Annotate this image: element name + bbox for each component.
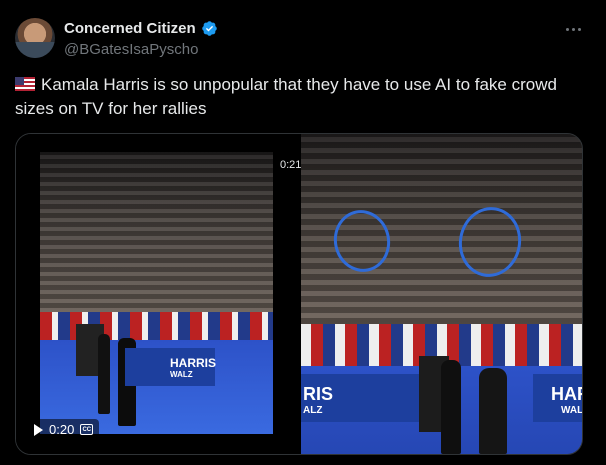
banner-title: RIS [303,384,334,404]
verified-badge-icon [201,21,217,36]
tweet-text: Kamala Harris is so unpopular that they … [15,73,585,121]
elapsed-time: 0:20 [49,422,75,437]
speaker-figure [98,334,110,414]
tweet-body: Kamala Harris is so unpopular that they … [15,75,557,118]
rally-banner-right: HAR WAL [533,374,582,422]
speaker-figure [441,360,461,454]
banner-title: HAR [551,384,582,404]
author-name-row[interactable]: Concerned Citizen [64,20,218,37]
rally-banner: HARRIS WALZ [125,348,217,386]
us-flag-icon [15,77,35,91]
more-options-icon[interactable] [564,22,582,36]
video-timestamp: 0:21 [280,159,302,171]
banner-subtitle: WALZ [170,369,193,379]
avatar[interactable] [15,18,55,58]
captions-icon[interactable]: CC [80,424,94,435]
media-card[interactable]: HARRIS WALZ 0:21 0:20 CC RIS ALZ HAR WAL [15,133,583,455]
banner-subtitle: ALZ [303,405,323,416]
banner-title: HARRIS [170,355,217,370]
author-handle[interactable]: @BGatesIsaPyscho [64,41,198,58]
comparison-image[interactable]: RIS ALZ HAR WAL [301,134,582,454]
author-display-name[interactable]: Concerned Citizen [64,20,196,37]
speaker-figure [479,368,507,454]
banner-subtitle: WAL [561,405,582,416]
playback-controls[interactable]: 0:20 CC [28,419,100,440]
video-player[interactable]: HARRIS WALZ 0:21 0:20 CC [16,134,302,454]
play-icon[interactable] [34,423,43,436]
rally-banner-left: RIS ALZ [301,374,421,422]
video-frame[interactable]: HARRIS WALZ [40,152,273,434]
